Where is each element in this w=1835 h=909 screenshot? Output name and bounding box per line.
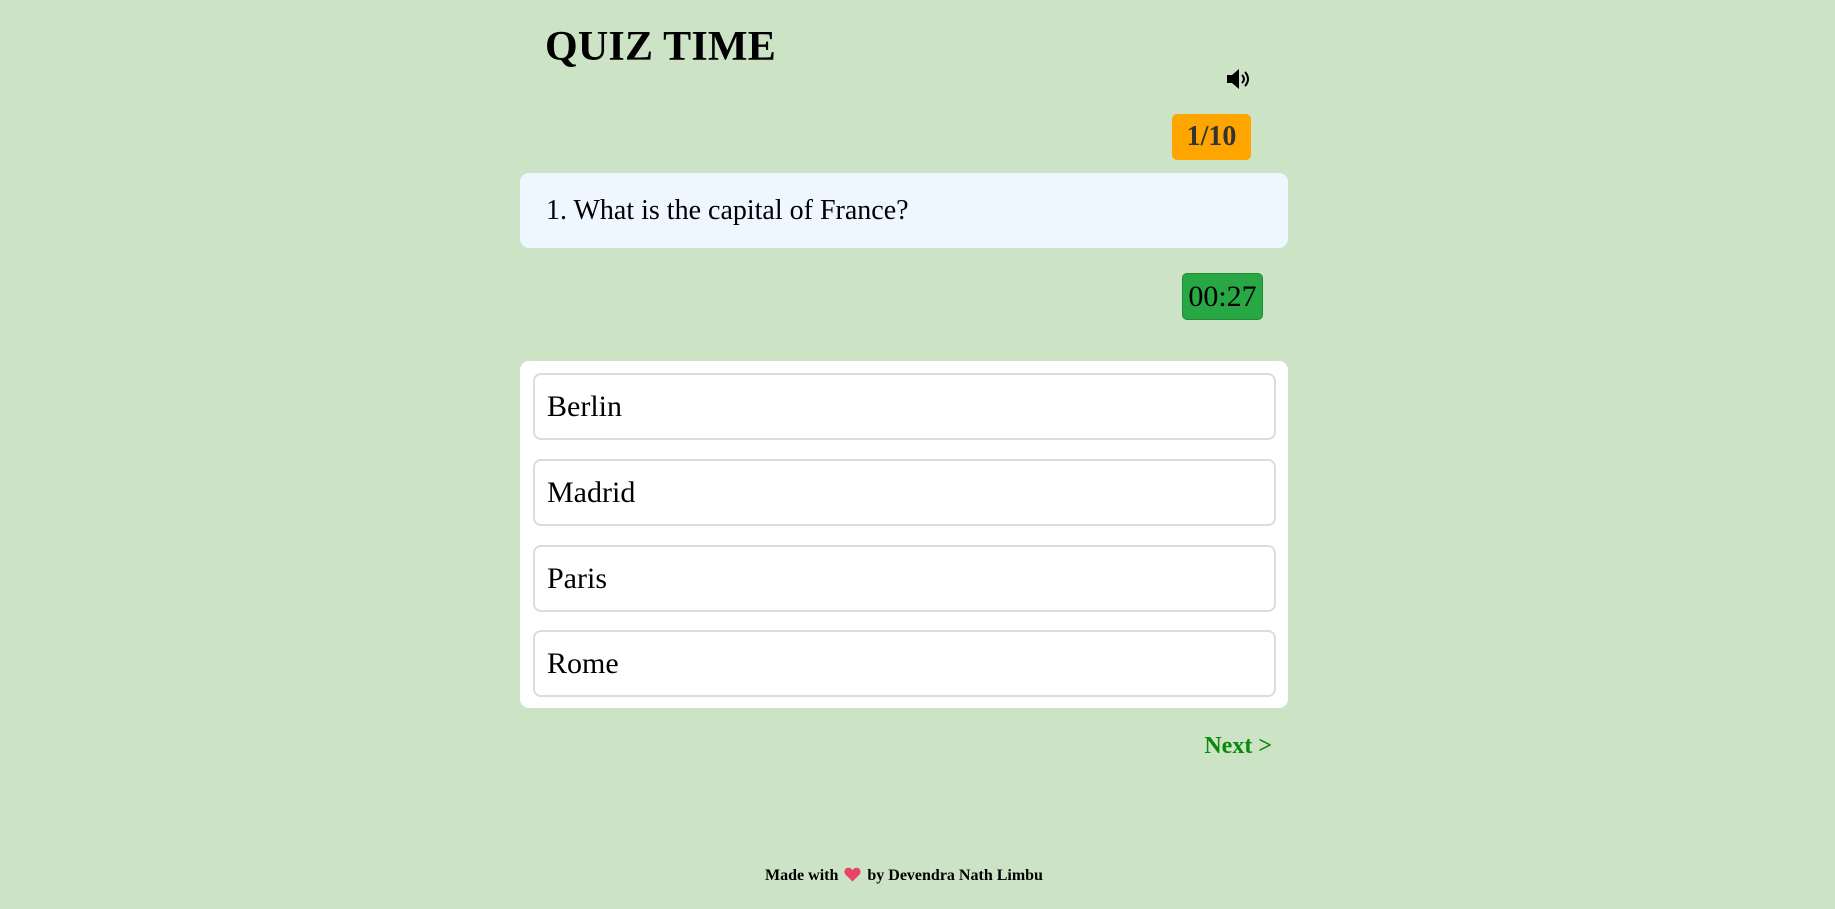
option-rome[interactable]: Rome	[533, 630, 1276, 697]
footer-prefix: Made with	[765, 867, 839, 884]
heart-icon	[844, 867, 861, 882]
quiz-container: QUIZ TIME 1/10 1. What is the capital of…	[520, 0, 1288, 909]
page-title: QUIZ TIME	[545, 24, 776, 70]
question-counter-badge: 1/10	[1172, 114, 1251, 160]
option-paris[interactable]: Paris	[533, 545, 1276, 612]
footer-credit: Made with by Devendra Nath Limbu	[0, 866, 1808, 886]
question-text: 1. What is the capital of France?	[520, 173, 1288, 248]
timer-badge: 00:27	[1182, 273, 1263, 320]
option-berlin[interactable]: Berlin	[533, 373, 1276, 440]
next-button[interactable]: Next >	[1192, 730, 1272, 762]
footer-author: by Devendra Nath Limbu	[867, 867, 1043, 884]
speaker-volume-icon[interactable]	[1224, 66, 1254, 92]
options-list: Berlin Madrid Paris Rome	[520, 361, 1288, 708]
option-madrid[interactable]: Madrid	[533, 459, 1276, 526]
